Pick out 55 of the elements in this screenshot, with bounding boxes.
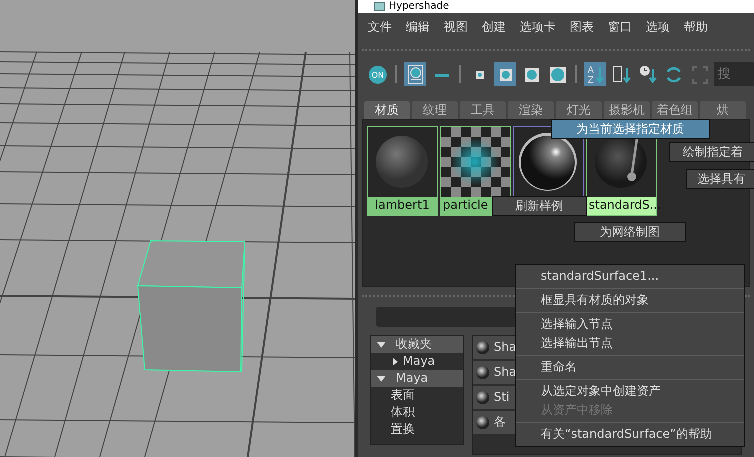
tab[interactable]: 渲染: [508, 101, 554, 119]
marking-menu[interactable]: 刷新样例: [492, 196, 587, 216]
marking-menu[interactable]: 为网络制图: [574, 222, 686, 242]
menu-item[interactable]: 视图: [444, 18, 468, 36]
sphere-icon: [476, 340, 490, 354]
menu-item[interactable]: 创建: [482, 18, 506, 36]
material-swatch[interactable]: particle: [440, 126, 511, 216]
tab[interactable]: 摄影机: [604, 101, 650, 119]
menu-item[interactable]: 窗口: [608, 18, 632, 36]
tab[interactable]: 着色组: [652, 101, 698, 119]
marking-menu[interactable]: 选择具有: [686, 169, 754, 189]
tab[interactable]: 灯光: [556, 101, 602, 119]
sphere-icon: [476, 390, 490, 404]
context-menu-item[interactable]: 选择输出节点: [516, 334, 744, 353]
tree-item[interactable]: Maya: [403, 353, 436, 370]
small-swatch-icon[interactable]: [494, 62, 516, 86]
collapsed-arrow-icon[interactable]: [391, 358, 400, 366]
search-field[interactable]: 搜: [714, 62, 754, 86]
sphere-preview-icon: [368, 127, 437, 197]
context-menu-item[interactable]: 从选定对象中创建资产: [516, 382, 744, 401]
sphere-icon: [476, 416, 490, 430]
tab[interactable]: 工具: [460, 101, 506, 119]
context-menu-item[interactable]: 框显具有材质的对象: [516, 291, 744, 310]
tab[interactable]: 烘: [700, 101, 746, 119]
material-item[interactable]: 各: [494, 411, 506, 434]
material-swatch[interactable]: lambert1: [367, 126, 438, 216]
menu-item[interactable]: 编辑: [406, 18, 430, 36]
context-menu-item[interactable]: standardSurface1...: [516, 267, 744, 286]
menu-item[interactable]: 选项卡: [520, 18, 556, 36]
material-item[interactable]: Sha: [494, 336, 517, 359]
marking-menu[interactable]: 绘制指定着: [669, 142, 754, 162]
expanded-arrow-icon[interactable]: [377, 374, 386, 382]
swatch-label: particle: [442, 197, 490, 214]
tree-item[interactable]: 表面: [391, 387, 415, 404]
window-title: Hypershade: [389, 0, 450, 13]
material-item[interactable]: Sha: [494, 361, 517, 384]
context-menu-item[interactable]: 有关“standardSurface”的帮助: [516, 425, 744, 444]
swatch-display-icon[interactable]: [404, 62, 426, 86]
tab[interactable]: 纹理: [412, 101, 458, 119]
sphere-icon: [476, 366, 490, 380]
tree-item[interactable]: 置换: [391, 421, 415, 438]
menu-item[interactable]: 图表: [570, 18, 594, 36]
app-icon: [374, 2, 385, 11]
menu-item[interactable]: 帮助: [684, 18, 708, 36]
menu-item[interactable]: 文件: [368, 18, 392, 36]
material-item[interactable]: Sti: [494, 386, 510, 409]
expanded-arrow-icon[interactable]: [377, 340, 386, 348]
menu-item[interactable]: 选项: [646, 18, 670, 36]
context-menu-item[interactable]: 选择输入节点: [516, 315, 744, 334]
marking-menu[interactable]: 为当前选择指定材质: [551, 119, 710, 139]
swatch-label: lambert1: [375, 197, 430, 214]
sphere-preview-icon: [441, 127, 510, 197]
tree-item[interactable]: 体积: [391, 404, 415, 421]
tab[interactable]: 材质: [364, 101, 410, 119]
context-menu-item[interactable]: 重命名: [516, 358, 744, 377]
